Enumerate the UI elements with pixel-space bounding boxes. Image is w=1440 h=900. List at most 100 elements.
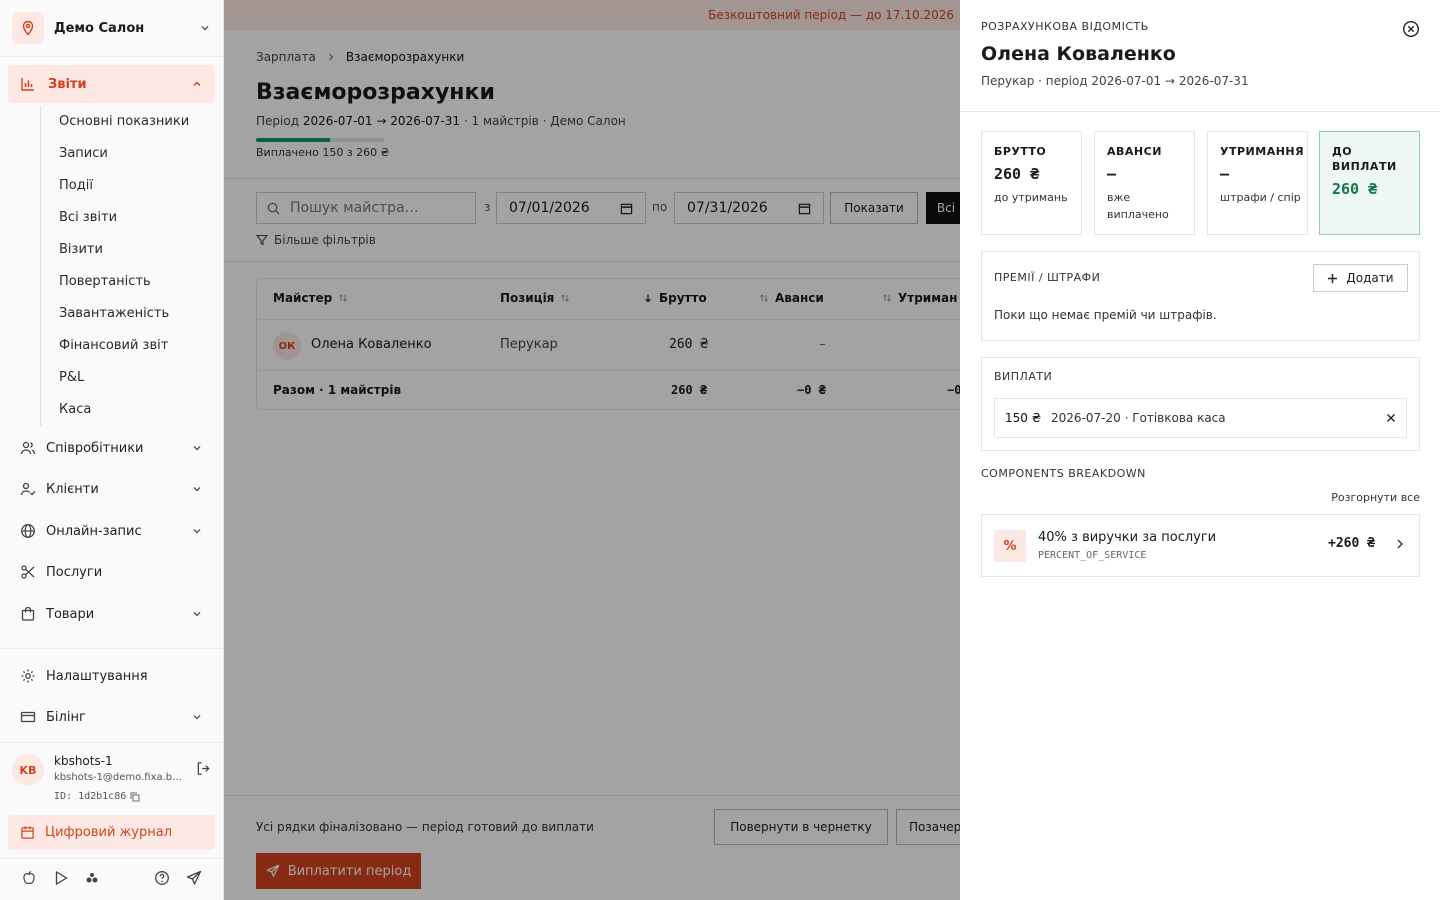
stat-advances-note: вже виплачено — [1107, 191, 1169, 221]
stat-deductions-note: штрафи / спір — [1220, 191, 1301, 204]
close-icon[interactable] — [1402, 20, 1420, 38]
chevron-right-icon — [1395, 538, 1405, 550]
stat-deductions-label: УТРИМАННЯ — [1220, 145, 1305, 158]
stat-payout-label: ДО ВИПЛАТИ — [1332, 145, 1397, 173]
remove-payment-icon[interactable] — [1386, 413, 1396, 423]
nav-goods[interactable]: Товари — [8, 595, 215, 633]
apple-icon[interactable] — [21, 870, 37, 886]
chevron-down-icon — [191, 525, 203, 537]
chevron-down-icon — [191, 608, 203, 620]
play-store-icon[interactable] — [53, 870, 69, 886]
component-amount: +260 ₴ — [1328, 536, 1375, 551]
credit-card-icon — [20, 709, 36, 725]
component-title: 40% з виручки за послуги — [1038, 530, 1217, 545]
submenu-item[interactable]: Записи — [41, 138, 210, 170]
sidebar-divider — [0, 648, 223, 649]
shopping-bag-icon — [20, 606, 36, 622]
components-title: COMPONENTS BREAKDOWN — [981, 467, 1146, 480]
chevron-up-icon — [191, 78, 203, 90]
stat-deductions-value: — — [1220, 165, 1230, 183]
component-code: PERCENT_OF_SERVICE — [1038, 550, 1147, 561]
submenu-item[interactable]: Завантаженість — [41, 298, 210, 330]
submenu-item[interactable]: Всі звіти — [41, 202, 210, 234]
bonuses-panel: ПРЕМІЇ / ШТРАФИ Додати Поки що немає пре… — [981, 251, 1420, 341]
payment-detail: 2026-07-20 · Готівкова каса — [1051, 411, 1226, 425]
nav-billing-label: Білінг — [46, 709, 86, 725]
drawer-header: РОЗРАХУНКОВА ВІДОМІСТЬ Олена Коваленко П… — [960, 0, 1440, 112]
stat-advances: АВАНСИ — вже виплачено — [1094, 131, 1195, 235]
users-icon — [20, 440, 36, 456]
component-row[interactable]: % 40% з виручки за послуги PERCENT_OF_SE… — [981, 514, 1420, 577]
add-bonus-button[interactable]: Додати — [1313, 264, 1408, 292]
stat-gross: БРУТТО 260 ₴ до утримань — [981, 131, 1082, 235]
logout-icon[interactable] — [196, 761, 211, 776]
drawer-subtitle: Перукар · період 2026-07-01 → 2026-07-31 — [981, 74, 1249, 88]
nav-services[interactable]: Послуги — [8, 553, 215, 591]
chevron-down-icon — [191, 711, 203, 723]
submenu-item[interactable]: P&L — [41, 362, 210, 394]
send-icon[interactable] — [186, 870, 202, 886]
chevron-down-icon — [199, 22, 211, 34]
nav-clients-label: Клієнти — [46, 481, 99, 497]
location-pin-icon — [12, 12, 44, 44]
salon-name: Демо Салон — [54, 20, 145, 36]
nav-employees[interactable]: Співробітники — [8, 429, 215, 467]
stat-advances-label: АВАНСИ — [1107, 145, 1162, 158]
bonuses-title: ПРЕМІЇ / ШТРАФИ — [994, 271, 1101, 284]
payment-row: 150 ₴ 2026-07-20 · Готівкова каса — [994, 398, 1407, 438]
submenu-item[interactable]: Каса — [41, 394, 210, 426]
calendar-icon — [20, 825, 35, 840]
percent-icon: % — [994, 530, 1026, 562]
user-name: kbshots-1 — [54, 754, 113, 768]
community-icon[interactable] — [84, 870, 100, 886]
reports-submenu: Основні показники Записи Події Всі звіти… — [40, 106, 210, 426]
bar-chart-icon — [20, 76, 36, 92]
avatar: KB — [12, 754, 44, 786]
nav-reports-label: Звіти — [48, 76, 87, 92]
expand-all-link[interactable]: Розгорнути все — [1331, 491, 1420, 504]
sidebar-divider — [0, 858, 223, 859]
plus-icon — [1327, 273, 1338, 284]
help-icon[interactable] — [154, 870, 170, 886]
nav-online-booking-label: Онлайн-запис — [46, 523, 142, 539]
submenu-item[interactable]: Основні показники — [41, 106, 210, 138]
user-id: ID: 1d2b1c86 — [54, 791, 140, 802]
nav-billing[interactable]: Білінг — [8, 698, 215, 736]
nav-online-booking[interactable]: Онлайн-запис — [8, 512, 215, 550]
nav-reports[interactable]: Звіти — [8, 65, 215, 103]
globe-icon — [20, 523, 36, 539]
payslip-drawer: РОЗРАХУНКОВА ВІДОМІСТЬ Олена Коваленко П… — [960, 0, 1440, 900]
stat-gross-label: БРУТТО — [994, 145, 1047, 158]
user-check-icon — [20, 481, 36, 497]
chevron-down-icon — [191, 483, 203, 495]
user-id-text: ID: 1d2b1c86 — [54, 791, 127, 802]
sidebar-divider — [0, 742, 223, 743]
submenu-item[interactable]: Фінансовий звіт — [41, 330, 210, 362]
submenu-item[interactable]: Повертаність — [41, 266, 210, 298]
nav-settings-label: Налаштування — [46, 668, 148, 684]
submenu-item[interactable]: Візити — [41, 234, 210, 266]
payments-title: ВИПЛАТИ — [994, 370, 1053, 383]
digital-journal-button[interactable]: Цифровий журнал — [8, 815, 215, 850]
user-card: KB kbshots-1 kbshots-1@demo.fixa.b… ID: … — [0, 748, 223, 808]
salon-switcher[interactable]: Демо Салон — [0, 0, 223, 57]
add-bonus-label: Додати — [1346, 271, 1394, 285]
submenu-item[interactable]: Події — [41, 170, 210, 202]
digital-journal-label: Цифровий журнал — [45, 825, 172, 840]
nav-goods-label: Товари — [46, 606, 95, 622]
modal-backdrop[interactable] — [224, 0, 960, 900]
stat-gross-note: до утримань — [994, 191, 1068, 204]
nav-clients[interactable]: Клієнти — [8, 470, 215, 508]
drawer-kicker: РОЗРАХУНКОВА ВІДОМІСТЬ — [981, 20, 1149, 33]
chevron-down-icon — [191, 442, 203, 454]
stat-payout-value: 260 ₴ — [1332, 180, 1378, 198]
payments-panel: ВИПЛАТИ 150 ₴ 2026-07-20 · Готівкова кас… — [981, 357, 1420, 451]
gear-icon — [20, 668, 36, 684]
sidebar: Демо Салон Звіти Основні показники Запис… — [0, 0, 224, 900]
nav-settings[interactable]: Налаштування — [8, 657, 215, 695]
copy-icon[interactable] — [130, 792, 140, 802]
user-email: kbshots-1@demo.fixa.b… — [54, 772, 183, 783]
drawer-title: Олена Коваленко — [981, 43, 1176, 65]
stat-deductions: УТРИМАННЯ — штрафи / спір — [1207, 131, 1308, 235]
bonuses-empty-text: Поки що немає премій чи штрафів. — [994, 308, 1217, 322]
